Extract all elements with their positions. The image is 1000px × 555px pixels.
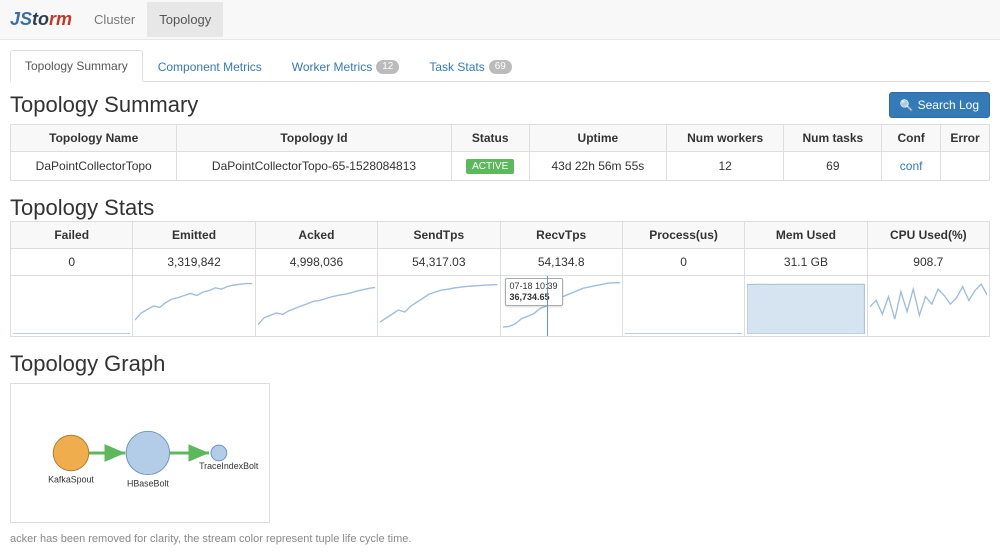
tooltip-time: 07-18 10:39 [510, 281, 558, 292]
graph-svg: KafkaSpout HBaseBolt TraceIndexBolt [11, 384, 269, 522]
stats-title: Topology Stats [10, 195, 990, 221]
topology-graph: KafkaSpout HBaseBolt TraceIndexBolt [10, 383, 270, 523]
td-failed: 0 [11, 249, 133, 276]
table-header-row: Topology Name Topology Id Status Uptime … [11, 125, 990, 152]
footer-note: acker has been removed for clarity, the … [10, 533, 990, 545]
search-icon [900, 98, 914, 112]
node-bolt1[interactable] [126, 431, 169, 474]
tab-summary[interactable]: Topology Summary [10, 50, 143, 82]
spark-sendtps [378, 276, 500, 337]
th-sendtps: SendTps [378, 222, 500, 249]
th-conf: Conf [882, 125, 941, 152]
td-id: DaPointCollectorTopo-65-1528084813 [177, 152, 451, 181]
spark-emitted [133, 276, 255, 337]
th-error: Error [941, 125, 990, 152]
th-recvtps: RecvTps [500, 222, 622, 249]
th-name: Topology Name [11, 125, 177, 152]
th-failed: Failed [11, 222, 133, 249]
node-spout-label: KafkaSpout [48, 475, 94, 485]
node-spout[interactable] [53, 435, 88, 470]
main-content: Topology Summary Component Metrics Worke… [0, 40, 1000, 555]
sparkline-row: 07-18 10:39 36,734.65 [11, 276, 990, 337]
spark-acked [255, 276, 377, 337]
th-workers: Num workers [666, 125, 783, 152]
node-bolt1-label: HBaseBolt [127, 479, 169, 489]
spark-recvtps: 07-18 10:39 36,734.65 [500, 276, 622, 337]
spark-failed [11, 276, 133, 337]
th-status: Status [451, 125, 529, 152]
logo: JStorm [10, 9, 72, 30]
tab-task-badge: 69 [489, 60, 512, 74]
td-uptime: 43d 22h 56m 55s [529, 152, 666, 181]
td-workers: 12 [666, 152, 783, 181]
stats-table: Failed Emitted Acked SendTps RecvTps Pro… [10, 221, 990, 337]
th-acked: Acked [255, 222, 377, 249]
stats-value-row: 0 3,319,842 4,998,036 54,317.03 54,134.8… [11, 249, 990, 276]
tooltip-cursor-line [547, 276, 548, 336]
summary-table: Topology Name Topology Id Status Uptime … [10, 124, 990, 181]
td-recvtps: 54,134.8 [500, 249, 622, 276]
tab-component[interactable]: Component Metrics [143, 50, 277, 82]
tab-worker-badge: 12 [376, 60, 399, 74]
node-bolt2-label: TraceIndexBolt [199, 461, 259, 471]
spark-mem [745, 276, 867, 337]
th-tasks: Num tasks [784, 125, 882, 152]
th-id: Topology Id [177, 125, 451, 152]
node-bolt2[interactable] [211, 445, 227, 461]
status-badge: ACTIVE [466, 159, 514, 174]
search-log-label: Search Log [918, 98, 979, 112]
td-conf: conf [882, 152, 941, 181]
tooltip-value: 36,734.65 [510, 292, 558, 303]
td-process: 0 [622, 249, 744, 276]
summary-title: Topology Summary [10, 92, 198, 118]
spark-process [622, 276, 744, 337]
td-acked: 4,998,036 [255, 249, 377, 276]
conf-link[interactable]: conf [900, 159, 923, 173]
th-uptime: Uptime [529, 125, 666, 152]
tab-task-label: Task Stats [429, 60, 484, 74]
td-sendtps: 54,317.03 [378, 249, 500, 276]
th-cpu: CPU Used(%) [867, 222, 989, 249]
search-log-button[interactable]: Search Log [889, 92, 990, 118]
nav-topology[interactable]: Topology [147, 2, 223, 37]
td-cpu: 908.7 [867, 249, 989, 276]
stats-header-row: Failed Emitted Acked SendTps RecvTps Pro… [11, 222, 990, 249]
tabs: Topology Summary Component Metrics Worke… [10, 50, 990, 82]
th-emitted: Emitted [133, 222, 255, 249]
sparkline-tooltip: 07-18 10:39 36,734.65 [505, 278, 563, 306]
summary-header: Topology Summary Search Log [10, 92, 990, 118]
navbar: JStorm Cluster Topology [0, 0, 1000, 40]
td-error [941, 152, 990, 181]
table-row: DaPointCollectorTopo DaPointCollectorTop… [11, 152, 990, 181]
td-tasks: 69 [784, 152, 882, 181]
th-mem: Mem Used [745, 222, 867, 249]
tab-worker-label: Worker Metrics [292, 60, 372, 74]
td-mem: 31.1 GB [745, 249, 867, 276]
th-process: Process(us) [622, 222, 744, 249]
td-emitted: 3,319,842 [133, 249, 255, 276]
graph-title: Topology Graph [10, 351, 990, 377]
tab-task[interactable]: Task Stats 69 [414, 50, 526, 82]
spark-cpu [867, 276, 989, 337]
tab-worker[interactable]: Worker Metrics 12 [277, 50, 415, 82]
td-name: DaPointCollectorTopo [11, 152, 177, 181]
td-status: ACTIVE [451, 152, 529, 181]
nav-cluster[interactable]: Cluster [82, 2, 147, 37]
